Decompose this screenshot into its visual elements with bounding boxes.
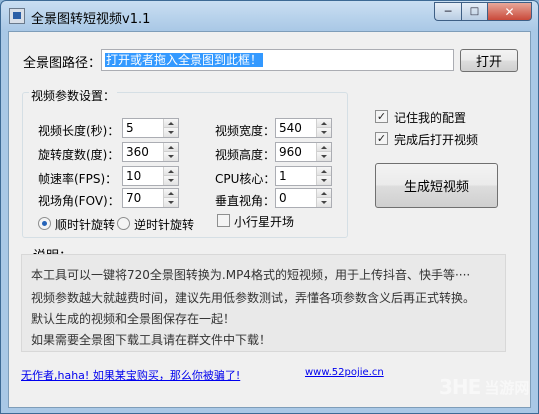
video-height-value: 960	[279, 145, 302, 159]
fps-value: 10	[126, 169, 142, 183]
spin-up-icon[interactable]	[164, 167, 178, 176]
fps-spinner[interactable]: 10	[122, 166, 179, 186]
rotation-degrees-value: 360	[126, 145, 149, 159]
counterclockwise-radio[interactable]	[117, 217, 130, 230]
video-length-value: 5	[126, 121, 134, 135]
title-bar[interactable]: 全景图转短视频v1.1 ─ □ ✕	[1, 1, 538, 31]
clockwise-label[interactable]: 顺时针旋转	[55, 216, 115, 233]
open-after-label[interactable]: 完成后打开视频	[394, 131, 478, 148]
spin-up-icon[interactable]	[164, 143, 178, 152]
fps-label: 帧速率(FPS)：	[38, 172, 118, 186]
little-planet-label[interactable]: 小行星开场	[234, 213, 294, 230]
app-window: 全景图转短视频v1.1 ─ □ ✕ 全景图路径： 打开或者拖入全景图到此框！ 打…	[0, 0, 539, 414]
vertical-angle-value: 0	[279, 191, 287, 205]
window-title: 全景图转短视频v1.1	[31, 12, 151, 27]
video-length-spinner[interactable]: 5	[122, 118, 179, 138]
path-label: 全景图路径：	[23, 56, 102, 71]
params-group-title: 视频参数设置：	[29, 87, 118, 104]
close-button[interactable]: ✕	[487, 2, 532, 21]
open-button[interactable]: 打开	[460, 49, 518, 72]
rotation-degrees-label: 旋转度数(度)：	[38, 148, 120, 162]
spin-down-icon[interactable]	[164, 128, 178, 137]
clockwise-radio[interactable]	[38, 217, 51, 230]
counterclockwise-label[interactable]: 逆时针旋转	[134, 216, 194, 233]
maximize-button[interactable]: □	[461, 2, 487, 21]
vertical-angle-spinner[interactable]: 0	[275, 188, 332, 208]
video-height-label: 视频高度：	[215, 148, 276, 162]
video-width-label: 视频宽度：	[215, 124, 276, 138]
spin-down-icon[interactable]	[164, 198, 178, 207]
remember-config-label[interactable]: 记住我的配置	[394, 109, 466, 126]
site-link[interactable]: www.52pojie.cn	[305, 367, 384, 378]
panorama-path-input[interactable]: 打开或者拖入全景图到此框！	[101, 49, 454, 71]
description-line: 如果需要全景图下载工具请在群文件中下载！	[31, 333, 272, 347]
spin-down-icon[interactable]	[317, 152, 331, 161]
fov-label: 视场角(FOV)：	[38, 194, 120, 208]
video-width-spinner[interactable]: 540	[275, 118, 332, 138]
remember-config-checkbox[interactable]: ✓	[375, 110, 388, 123]
spin-down-icon[interactable]	[317, 176, 331, 185]
spin-up-icon[interactable]	[317, 143, 331, 152]
description-line: 本工具可以一键将720全景图转换为.MP4格式的短视频，用于上传抖音、快手等··…	[31, 268, 471, 282]
path-input-text: 打开或者拖入全景图到此框！	[105, 53, 264, 67]
close-icon: ✕	[504, 4, 515, 19]
little-planet-checkbox[interactable]	[217, 214, 230, 227]
spin-down-icon[interactable]	[317, 128, 331, 137]
spin-down-icon[interactable]	[164, 152, 178, 161]
spin-up-icon[interactable]	[317, 167, 331, 176]
minimize-icon: ─	[444, 5, 452, 18]
rotation-degrees-spinner[interactable]: 360	[122, 142, 179, 162]
cpu-cores-label: CPU核心：	[215, 172, 276, 186]
cpu-cores-spinner[interactable]: 1	[275, 166, 332, 186]
spin-down-icon[interactable]	[317, 198, 331, 207]
open-after-checkbox[interactable]: ✓	[375, 132, 388, 145]
video-width-value: 540	[279, 121, 302, 135]
app-icon	[9, 8, 25, 24]
watermark-logo: 3HE 当游网	[439, 372, 529, 402]
generate-video-button[interactable]: 生成短视频	[375, 163, 498, 208]
spin-up-icon[interactable]	[317, 189, 331, 198]
spin-down-icon[interactable]	[164, 176, 178, 185]
author-link[interactable]: 无作者,haha! 如果某宝购买，那么你被骗了!	[21, 367, 240, 383]
watermark-text: 当游网	[484, 378, 530, 397]
watermark-mark: 3HE	[439, 375, 481, 399]
minimize-button[interactable]: ─	[434, 2, 461, 21]
spin-up-icon[interactable]	[164, 119, 178, 128]
video-length-label: 视频长度(秒)：	[38, 124, 120, 138]
fov-spinner[interactable]: 70	[122, 188, 179, 208]
description-line: 默认生成的视频和全景图保存在一起！	[31, 312, 236, 326]
cpu-cores-value: 1	[279, 169, 287, 183]
vertical-angle-label: 垂直视角：	[215, 194, 276, 208]
maximize-icon: □	[469, 6, 480, 17]
main-panel: 全景图路径： 打开或者拖入全景图到此框！ 打开 视频参数设置： 视频长度(秒)：…	[8, 31, 531, 408]
spin-up-icon[interactable]	[164, 189, 178, 198]
spin-up-icon[interactable]	[317, 119, 331, 128]
description-line: 视频参数越大就越费时间，建议先用低参数测试，弄懂各项参数含义后再正式转换。	[31, 291, 476, 305]
video-height-spinner[interactable]: 960	[275, 142, 332, 162]
fov-value: 70	[126, 191, 142, 205]
window-controls: ─ □ ✕	[434, 2, 532, 21]
